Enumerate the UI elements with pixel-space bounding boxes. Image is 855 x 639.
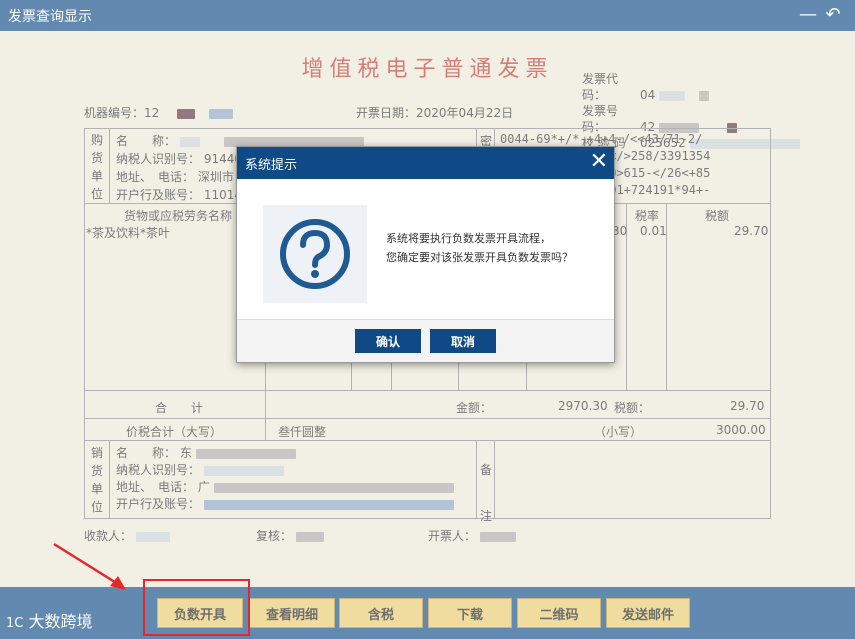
question-icon-box [263, 205, 367, 303]
confirm-dialog: 系统提示 ✕ 系统将要执行负数发票开具流程， 您确定要对该张发票开具负数发票吗？… [236, 146, 615, 363]
dialog-message: 系统将要执行负数发票开具流程， 您确定要对该张发票开具负数发票吗？ [386, 229, 573, 267]
close-icon[interactable]: ✕ [590, 148, 608, 176]
cancel-button[interactable]: 取消 [430, 329, 496, 353]
dialog-body: 系统将要执行负数发票开具流程， 您确定要对该张发票开具负数发票吗？ [237, 179, 614, 319]
dialog-title: 系统提示 [245, 158, 298, 173]
highlight-box [143, 579, 250, 636]
question-icon [280, 219, 350, 289]
dialog-message-line: 系统将要执行负数发票开具流程， [386, 232, 551, 245]
confirm-button[interactable]: 确认 [355, 329, 421, 353]
dialog-message-line: 您确定要对该张发票开具负数发票吗？ [386, 251, 573, 264]
arrow-annotation-icon [53, 542, 126, 590]
dialog-footer: 确认 取消 [237, 319, 614, 362]
dialog-header: 系统提示 ✕ [237, 147, 614, 179]
